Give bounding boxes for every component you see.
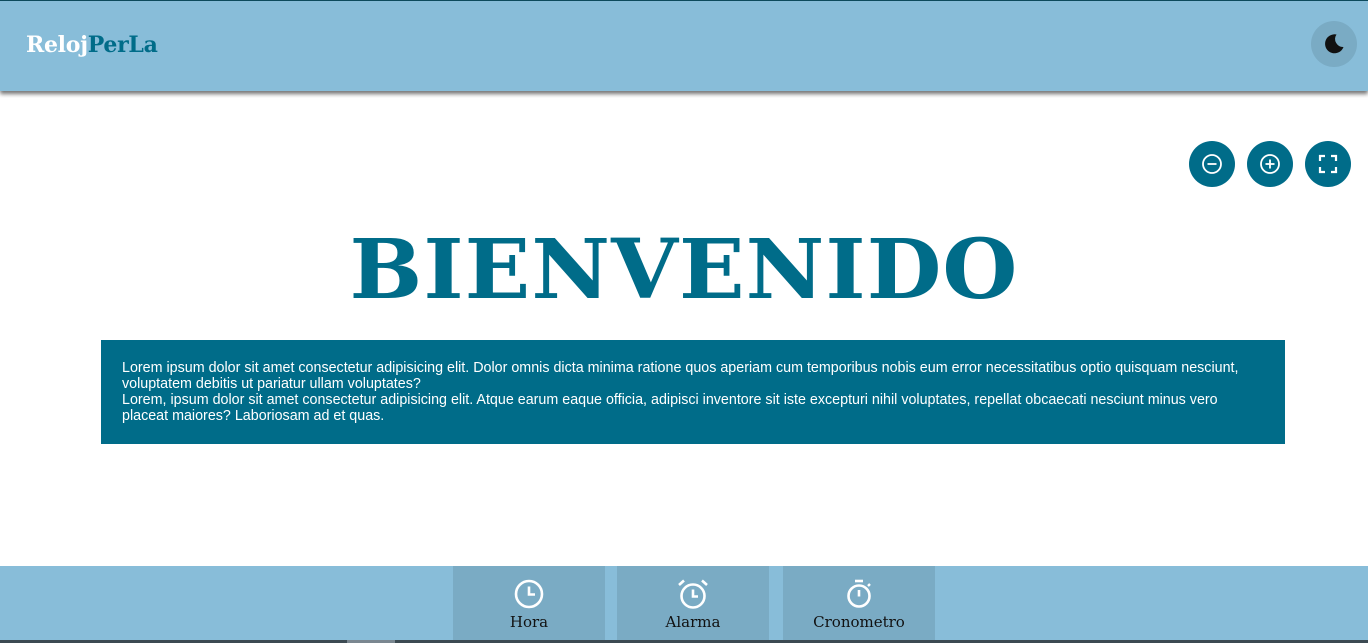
display-tools (0, 141, 1368, 187)
logo-text-reloj: Reloj (26, 32, 88, 58)
nav-label-cronometro: Cronometro (813, 613, 905, 631)
minus-circle-icon (1202, 154, 1222, 174)
zoom-in-button[interactable] (1247, 141, 1293, 187)
page-title: BIENVENIDO (349, 222, 1019, 318)
top-bar: RelojPerLa (0, 0, 1368, 91)
zoom-out-button[interactable] (1189, 141, 1235, 187)
dark-mode-toggle-button[interactable] (1311, 21, 1357, 67)
fullscreen-icon (1318, 154, 1338, 174)
app-logo[interactable]: RelojPerLa (26, 32, 158, 58)
nav-button-cronometro[interactable]: Cronometro (783, 566, 935, 640)
intro-paragraph-2: Lorem, ipsum dolor sit amet consectetur … (122, 392, 1218, 424)
clock-icon (514, 579, 544, 609)
nav-label-hora: Hora (509, 613, 549, 631)
stopwatch-icon (847, 579, 871, 608)
intro-paragraph-1: Lorem ipsum dolor sit amet consectetur a… (122, 360, 1239, 392)
fullscreen-button[interactable] (1305, 141, 1351, 187)
alarm-clock-icon (678, 579, 708, 609)
nav-button-alarma[interactable]: Alarma (617, 566, 769, 640)
logo-text-perla: PerLa (87, 32, 158, 58)
nav-button-hora[interactable]: Hora (453, 566, 605, 640)
moon-icon (1325, 34, 1344, 54)
nav-label-alarma: Alarma (665, 613, 721, 631)
bottom-nav-bar: Hora Alarma Cronometro (0, 566, 1368, 643)
intro-text-box: Lorem ipsum dolor sit amet consectetur a… (101, 340, 1285, 444)
plus-circle-icon (1260, 154, 1280, 174)
